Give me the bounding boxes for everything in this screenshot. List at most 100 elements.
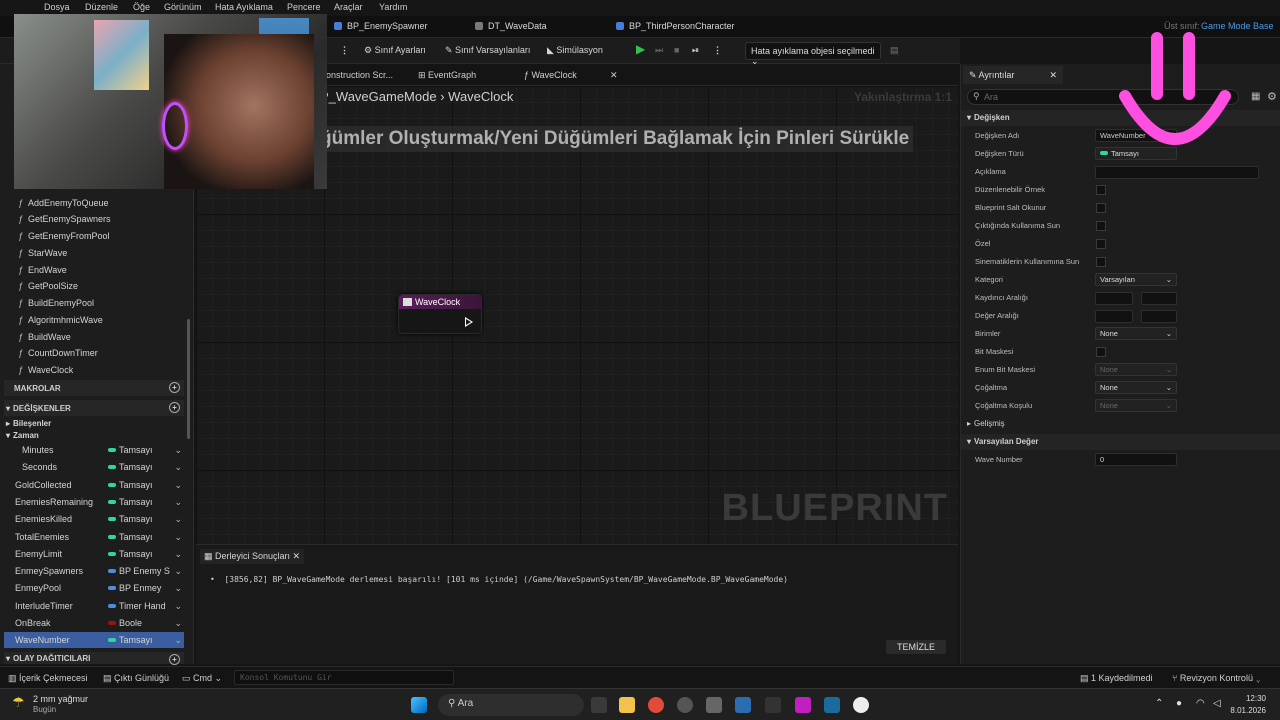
volume-icon[interactable]: ◁	[1213, 698, 1221, 709]
value-range-max[interactable]	[1141, 310, 1177, 323]
debug-filter-icon[interactable]: ▤	[890, 45, 899, 56]
menu-debug[interactable]: Hata Ayıklama	[215, 2, 273, 12]
function-item[interactable]: WaveClock	[18, 365, 73, 375]
menu-help[interactable]: Yardım	[379, 2, 407, 12]
tab-construction-script[interactable]: onstruction Scr...	[326, 70, 393, 80]
compiler-results-tab[interactable]: ▦ Derleyici Sonuçları ✕	[200, 549, 305, 564]
editable-checkbox[interactable]	[1096, 185, 1106, 195]
function-item[interactable]: GetEnemySpawners	[18, 214, 111, 224]
chevron-down-icon[interactable]: ⌄	[174, 445, 182, 456]
function-item[interactable]: BuildWave	[18, 332, 71, 342]
private-checkbox[interactable]	[1096, 239, 1106, 249]
weather-temp[interactable]: 2 mm yağmur	[33, 694, 88, 704]
debug-object-dropdown[interactable]: Hata ayıklama objesi seçilmedi ⌄	[745, 42, 881, 66]
enum-bitmask-dropdown[interactable]: None ⌄	[1095, 363, 1177, 376]
replication-dropdown[interactable]: None ⌄	[1095, 381, 1177, 394]
tab-event-graph[interactable]: ⊞ EventGraph	[418, 70, 476, 81]
function-item[interactable]: StarWave	[18, 248, 67, 258]
exec-output-pin[interactable]	[465, 317, 473, 327]
unreal-engine-icon[interactable]	[853, 697, 869, 713]
function-item[interactable]: CountDownTimer	[18, 348, 98, 358]
variables-section[interactable]: ▾ DEĞİŞKENLER +	[4, 400, 184, 416]
chevron-down-icon[interactable]: ⌄	[174, 462, 182, 473]
variable-row[interactable]: Minutes Tamsayı ⌄	[4, 442, 184, 458]
clear-button[interactable]: TEMİZLE	[886, 640, 946, 654]
function-item[interactable]: GetPoolSize	[18, 281, 78, 291]
console-input[interactable]: Konsol Komutunu Gir	[234, 670, 454, 685]
table-view-icon[interactable]: ▦	[1251, 91, 1260, 102]
tab-waveclock[interactable]: ƒ WaveClock	[524, 70, 577, 80]
chevron-down-icon[interactable]: ⌄	[174, 583, 182, 594]
variable-row[interactable]: TotalEnemies Tamsayı ⌄	[4, 529, 184, 545]
task-view-icon[interactable]	[591, 697, 607, 713]
menu-asset[interactable]: Öğe	[133, 2, 150, 12]
output-log-button[interactable]: ▤ Çıktı Günlüğü	[103, 673, 169, 684]
description-field[interactable]	[1095, 166, 1259, 179]
chevron-down-icon[interactable]: ⌄	[174, 514, 182, 525]
slider-range-max[interactable]	[1141, 292, 1177, 305]
steam-app-icon[interactable]	[824, 697, 840, 713]
streaming-app-icon[interactable]	[795, 697, 811, 713]
play-options-icon[interactable]: ⋮	[713, 45, 722, 56]
unsaved-button[interactable]: ▤ 1 Kaydedilmedi	[1080, 673, 1153, 684]
variable-row[interactable]: EnemyLimit Tamsayı ⌄	[4, 546, 184, 562]
chevron-down-icon[interactable]: ⌄	[174, 497, 182, 508]
chevron-down-icon[interactable]: ⌄	[174, 566, 182, 577]
category-dropdown[interactable]: Varsayılan ⌄	[1095, 273, 1177, 286]
simulation-button[interactable]: ◣ Simülasyon	[547, 45, 603, 56]
variable-row[interactable]: WaveNumber Tamsayı ⌄	[4, 632, 184, 648]
chevron-down-icon[interactable]: ⌄	[174, 549, 182, 560]
readonly-checkbox[interactable]	[1096, 203, 1106, 213]
class-settings-button[interactable]: ⚙ Sınıf Ayarları	[364, 45, 426, 56]
steam-icon[interactable]	[735, 697, 751, 713]
menu-edit[interactable]: Düzenle	[85, 2, 118, 12]
wave-number-field[interactable]: 0	[1095, 453, 1177, 466]
expose-spawn-checkbox[interactable]	[1096, 221, 1106, 231]
play-icon[interactable]: ▶	[636, 42, 645, 56]
slider-range-min[interactable]	[1095, 292, 1133, 305]
category-default-value[interactable]: ▾ Varsayılan Değer	[961, 434, 1280, 450]
variable-row[interactable]: Seconds Tamsayı ⌄	[4, 459, 184, 475]
chevron-down-icon[interactable]: ⌄	[174, 618, 182, 629]
function-item[interactable]: AddEnemyToQueue	[18, 198, 109, 208]
add-dispatcher-icon[interactable]: +	[169, 654, 180, 665]
eject-icon[interactable]: ⏯	[692, 45, 699, 56]
bitmask-checkbox[interactable]	[1096, 347, 1106, 357]
variable-row[interactable]: InterludeTimer Timer Hand ⌄	[4, 598, 184, 614]
menu-file[interactable]: Dosya	[44, 2, 70, 12]
chevron-down-icon[interactable]: ⌄	[174, 601, 182, 612]
function-item[interactable]: EndWave	[18, 265, 67, 275]
variable-row[interactable]: GoldCollected Tamsayı ⌄	[4, 477, 184, 493]
menu-view[interactable]: Görünüm	[164, 2, 202, 12]
variable-row[interactable]: EnmeySpawners BP Enemy S ⌄	[4, 563, 184, 579]
stop-icon[interactable]: ■	[674, 45, 679, 55]
class-defaults-button[interactable]: ✎ Sınıf Varsayılanları	[445, 45, 530, 56]
file-explorer-icon[interactable]	[619, 697, 635, 713]
tab-dt-wavedata[interactable]: DT_WaveData	[475, 21, 547, 31]
tab-bp-thirdpersoncharacter[interactable]: BP_ThirdPersonCharacter	[616, 21, 735, 31]
chevron-down-icon[interactable]: ⌄	[174, 480, 182, 491]
close-icon[interactable]: ✕	[1049, 70, 1057, 81]
add-variable-icon[interactable]: +	[169, 402, 180, 413]
chevron-down-icon[interactable]: ⌄	[174, 532, 182, 543]
function-item[interactable]: GetEnemyFromPool	[18, 231, 110, 241]
discord-icon[interactable]	[677, 697, 693, 713]
network-icon[interactable]: ◠	[1196, 698, 1205, 709]
function-entry-node[interactable]: WaveClock	[398, 294, 482, 334]
function-item[interactable]: BuildEnemyPool	[18, 298, 94, 308]
scrollbar[interactable]	[187, 319, 190, 439]
variable-row[interactable]: EnemiesRemaining Tamsayı ⌄	[4, 494, 184, 510]
close-icon[interactable]: ✕	[610, 70, 618, 81]
app-icon[interactable]	[706, 697, 722, 713]
chevron-down-icon[interactable]: ⌄	[174, 635, 182, 646]
chrome-icon[interactable]	[648, 697, 664, 713]
variable-row[interactable]: EnmeyPool BP Enmey ⌄	[4, 580, 184, 596]
variable-row[interactable]: EnemiesKilled Tamsayı ⌄	[4, 511, 184, 527]
event-dispatchers-section[interactable]: ▾ OLAY DAĞITICILARI +	[4, 652, 184, 665]
expose-cinematics-checkbox[interactable]	[1096, 257, 1106, 267]
replication-condition-dropdown[interactable]: None ⌄	[1095, 399, 1177, 412]
breadcrumb-root[interactable]: P_WaveGameMode	[320, 89, 437, 104]
units-dropdown[interactable]: None ⌄	[1095, 327, 1177, 340]
details-tab[interactable]: ✎ Ayrıntılar ✕	[963, 66, 1063, 84]
revision-control-button[interactable]: ⑂ Revizyon Kontrolü ⌄	[1172, 673, 1261, 683]
